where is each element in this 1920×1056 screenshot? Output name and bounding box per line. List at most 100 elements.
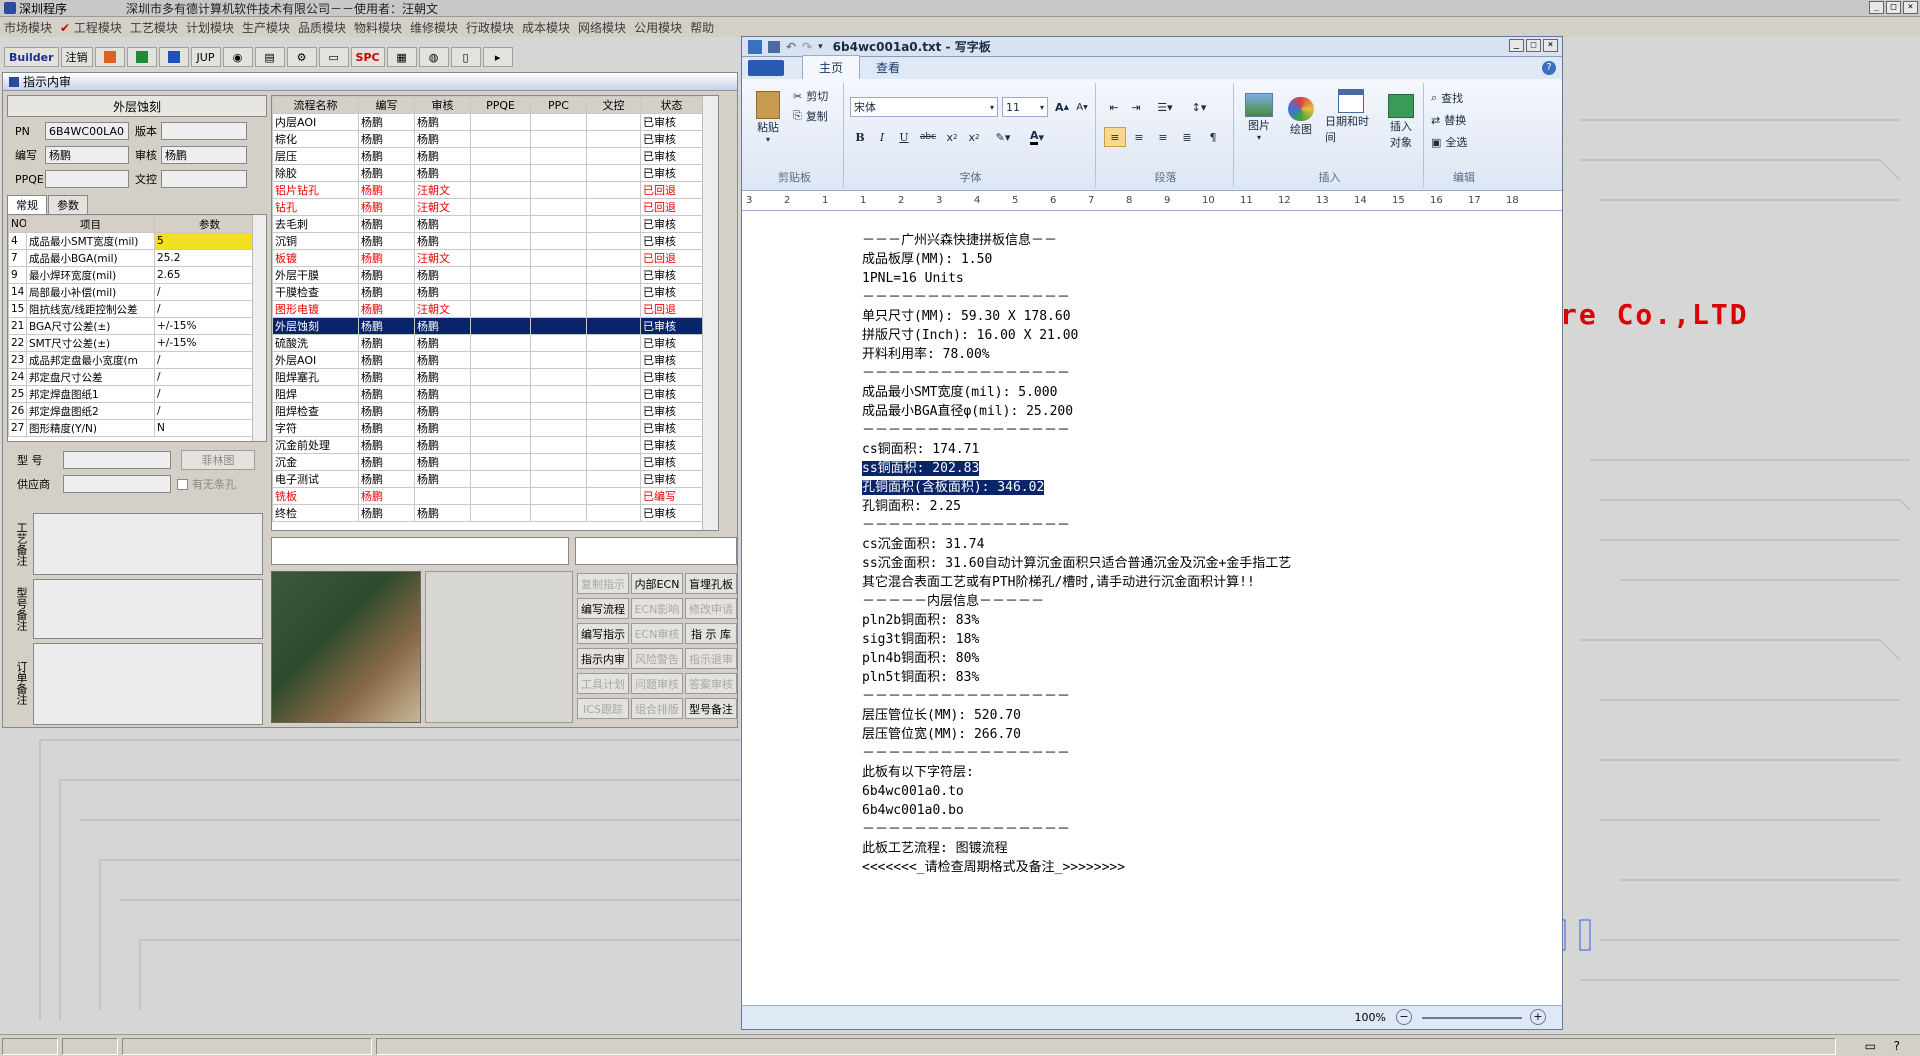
param-row[interactable]: 9 最小焊环宽度(mil) 2.65 (8, 266, 265, 284)
params-scrollbar[interactable] (252, 215, 266, 441)
find-button[interactable]: ⌕ 查找 (1430, 89, 1464, 107)
forest-button[interactable]: 菲林图 (181, 450, 255, 470)
action-button[interactable]: 风险警告 (631, 648, 683, 669)
logout-button[interactable]: 注销 (60, 47, 93, 67)
flow-row[interactable]: 除胶 杨鹏 杨鹏 已审核 (272, 164, 703, 182)
menu-network[interactable]: 网络模块 (574, 19, 630, 36)
excel-icon[interactable] (126, 47, 157, 67)
param-row[interactable]: 15 阻抗线宽/线距控制公差 / (8, 300, 265, 318)
close-button[interactable]: × (1903, 1, 1918, 14)
action-button[interactable]: 内部ECN (631, 573, 683, 594)
flow-row[interactable]: 阻焊检查 杨鹏 杨鹏 已审核 (272, 402, 703, 420)
flow-row[interactable]: 阻焊 杨鹏 杨鹏 已审核 (272, 385, 703, 403)
restore-button[interactable]: □ (1886, 1, 1901, 14)
highlight-icon[interactable]: ✎▾ (988, 127, 1018, 147)
align-right-icon[interactable]: ≡ (1152, 127, 1174, 147)
action-button[interactable]: 复制指示 (577, 573, 629, 594)
wp-minimize-button[interactable]: _ (1509, 39, 1524, 52)
menu-admin[interactable]: 行政模块 (462, 19, 518, 36)
line-spacing-icon[interactable]: ↕▾ (1184, 97, 1214, 117)
paint-drawing-button[interactable]: 绘图 (1282, 87, 1320, 147)
param-row[interactable]: 22 SMT尺寸公差(±) +/-15% (8, 334, 265, 352)
globe-icon[interactable]: ◍ (418, 47, 449, 67)
printer-tray-icon[interactable]: ▭ (1865, 1039, 1876, 1053)
eye-icon[interactable]: ◉ (222, 47, 253, 67)
bullet-list-icon[interactable]: ☰▾ (1150, 97, 1180, 117)
param-row[interactable]: 21 BGA尺寸公差(±) +/-15% (8, 317, 265, 335)
flow-row[interactable]: 棕化 杨鹏 杨鹏 已审核 (272, 130, 703, 148)
insert-object-button[interactable]: 插入 对象 (1382, 87, 1420, 157)
printer-icon[interactable]: ▭ (318, 47, 349, 67)
tools-icon[interactable]: ⚙ (286, 47, 317, 67)
zoom-out-icon[interactable]: − (1396, 1009, 1412, 1025)
calculator-icon[interactable]: ▦ (386, 47, 417, 67)
ruler[interactable]: 3 2 1 1 2 3 4 5 6 7 8 9 10 11 12 13 14 15 16 17 18 (742, 191, 1562, 211)
flow-row[interactable]: 去毛刺 杨鹏 杨鹏 已审核 (272, 215, 703, 233)
menu-market[interactable]: 市场模块 (0, 19, 56, 36)
param-row[interactable]: 14 局部最小补偿(mil) / (8, 283, 265, 301)
select-all-button[interactable]: ▣ 全选 (1430, 133, 1468, 151)
flow-header-ppc[interactable]: PPC (530, 96, 587, 114)
redo-icon[interactable]: ↷ (802, 40, 812, 54)
spc-button[interactable]: SPC (350, 47, 385, 67)
document-area[interactable]: －－－广州兴森快捷拼板信息－－ 成品板厚(MM): 1.50 1PNL=16 Uni… (742, 221, 1562, 1013)
tab-home[interactable]: 主页 (802, 55, 861, 79)
copy-button[interactable]: ⎘ 复制 (792, 107, 829, 125)
param-row[interactable]: 25 邦定焊盘图纸1/ (8, 385, 265, 403)
paragraph-settings-icon[interactable]: ¶ (1202, 127, 1224, 147)
underline-button[interactable]: U (894, 127, 914, 147)
document-icon[interactable]: ▯ (450, 47, 481, 67)
no-slot-checkbox[interactable] (177, 478, 188, 490)
action-button[interactable]: ECN影响 (631, 598, 683, 619)
insert-picture-button[interactable]: 图片 ▾ (1240, 87, 1278, 147)
order-note-field[interactable] (33, 643, 263, 725)
action-button[interactable]: 工具计划 (577, 673, 629, 694)
action-button[interactable]: 盲埋孔板 (685, 573, 737, 594)
book-icon[interactable]: ▤ (254, 47, 285, 67)
flow-header-control[interactable]: 文控 (586, 96, 641, 114)
decrease-indent-icon[interactable]: ⇤ (1104, 97, 1124, 117)
action-button[interactable]: 指示内审 (577, 648, 629, 669)
menu-production[interactable]: 生产模块 (238, 19, 294, 36)
font-color-icon[interactable]: A ▾ (1022, 127, 1052, 147)
action-button[interactable]: ECN审核 (631, 623, 683, 644)
action-button[interactable]: 编写流程 (577, 598, 629, 619)
menu-cost[interactable]: 成本模块 (518, 19, 574, 36)
wordpad-app-icon[interactable] (748, 39, 762, 54)
flow-row[interactable]: 图形电镀 杨鹏 汪朝文 已回退 (272, 300, 703, 318)
subscript-button[interactable]: x2 (942, 127, 962, 147)
help-tray-icon[interactable]: ? (1894, 1039, 1900, 1053)
flow-dropdown[interactable] (271, 537, 569, 565)
param-row[interactable]: 7 成品最小BGA(mil) 25.2 (8, 249, 265, 267)
author-field[interactable]: 杨鹏 (45, 146, 129, 164)
model-note-field[interactable] (33, 579, 263, 639)
action-button[interactable]: 编写指示 (577, 623, 629, 644)
flow-row[interactable]: 电子测试 杨鹏 杨鹏 已审核 (272, 470, 703, 488)
menu-help[interactable]: 帮助 (686, 19, 718, 36)
undo-icon[interactable]: ↶ (786, 40, 796, 54)
flow-row[interactable]: 外层干膜 杨鹏 杨鹏 已审核 (272, 266, 703, 284)
action-button[interactable]: ICS跟踪 (577, 698, 629, 719)
align-center-icon[interactable]: ≡ (1128, 127, 1150, 147)
font-name-select[interactable]: 宋体 ▾ (850, 97, 998, 117)
flow-row[interactable]: 沉铜 杨鹏 杨鹏 已审核 (272, 232, 703, 250)
flow-row[interactable]: 板镀 杨鹏 汪朝文 已回退 (272, 249, 703, 267)
tab-general[interactable]: 常规 (7, 195, 47, 214)
zoom-slider[interactable] (1422, 1017, 1522, 1019)
flow-row[interactable]: 硫酸洗 杨鹏 杨鹏 已审核 (272, 334, 703, 352)
flow-search-field[interactable] (575, 537, 737, 565)
supplier-field[interactable] (63, 475, 171, 493)
builder-button[interactable]: Builder (4, 47, 59, 67)
control-field[interactable] (161, 170, 247, 188)
flow-row[interactable]: 终检 杨鹏 杨鹏 已审核 (272, 504, 703, 522)
flow-row[interactable]: 字符 杨鹏 杨鹏 已审核 (272, 419, 703, 437)
flow-row[interactable]: 内层AOI 杨鹏 杨鹏 已审核 (272, 113, 703, 131)
menu-plan[interactable]: 计划模块 (182, 19, 238, 36)
word-icon[interactable] (158, 47, 189, 67)
ribbon-menu-button[interactable] (748, 60, 784, 76)
menu-common[interactable]: 公用模块 (630, 19, 686, 36)
model-field[interactable] (63, 451, 171, 469)
save-icon[interactable] (768, 40, 780, 53)
flow-row[interactable]: 沉金 杨鹏 杨鹏 已审核 (272, 453, 703, 471)
param-row[interactable]: 27 图形精度(Y/N) N (8, 419, 265, 437)
